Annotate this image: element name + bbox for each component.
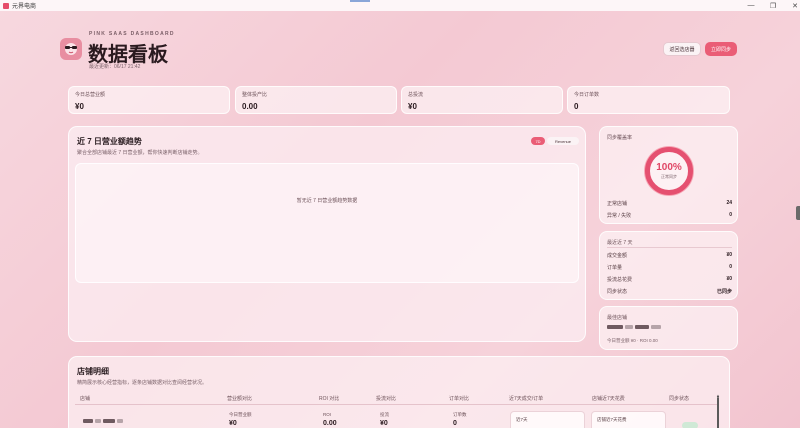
seven-day-spend-card: 店铺近7天花费 <box>591 411 666 428</box>
brand-subtitle: PINK SAAS DASHBOARD <box>89 31 175 37</box>
sync-percent-label: 正常同步 <box>661 173 677 179</box>
best-store-sub: 今日营业额 ¥0 · ROI 0.00 <box>607 338 658 343</box>
mini-card-label: 店铺近7天花费 <box>597 417 627 422</box>
store-name-redacted <box>83 419 123 423</box>
row-label: 订单量 <box>607 265 623 271</box>
orders-value: 0 <box>453 420 457 427</box>
row-label: 异常 / 失败 <box>607 213 632 219</box>
row-label: 正常店铺 <box>607 201 628 207</box>
column-header-ads: 投流对比 <box>376 396 397 402</box>
side-drawer-handle[interactable] <box>796 206 800 220</box>
column-header-sync-status: 同步状态 <box>669 396 690 402</box>
row-value: 已同步 <box>716 289 732 295</box>
last-updated: 最近更新：06/17 21:42 <box>89 64 141 70</box>
best-store-name-redacted <box>607 325 661 329</box>
sunglasses-face-icon <box>65 43 77 55</box>
roi-value: 0.00 <box>323 420 337 427</box>
stat-value: 0.00 <box>242 102 258 111</box>
stat-label: 今日订单数 <box>574 92 600 98</box>
trend-subtitle: 聚合全部店铺最近 7 日营业额，帮你快速判断店铺走势。 <box>77 150 203 156</box>
sync-row-failed: 异常 / 失败 0 <box>607 212 732 219</box>
revenue-label: 今日营业额 <box>229 412 252 417</box>
stat-label: 总投流 <box>408 92 424 98</box>
column-header-store: 店铺 <box>80 396 91 402</box>
ads-label: 投流 <box>380 412 389 417</box>
roi-label: ROI <box>323 412 332 417</box>
store-details-panel: 店铺明细 精简展示核心经营指标，逐条店铺数据对比查阅经营状况。 店铺 营业额对比… <box>68 356 730 428</box>
recent-row: 同步状态 已同步 <box>607 288 732 295</box>
stat-label: 整体投产比 <box>242 92 268 98</box>
sync-coverage-card: 同步覆盖率 100% 正常同步 正常店铺 24 异常 / 失败 0 <box>599 126 738 224</box>
stores-title: 店铺明细 <box>77 367 109 376</box>
app-icon <box>3 2 9 9</box>
stores-subtitle: 精简展示核心经营指标，逐条店铺数据对比查阅经营状况。 <box>77 380 208 386</box>
stat-value: 0 <box>574 102 579 111</box>
revenue-value: ¥0 <box>229 420 237 427</box>
column-header-roi: ROI 对比 <box>319 396 340 402</box>
divider <box>607 247 732 248</box>
stat-card-roi: 整体投产比 0.00 <box>235 86 397 114</box>
table-scrollbar[interactable] <box>717 397 719 428</box>
column-header-7d-sales: 近7天成交/订单 <box>509 396 544 402</box>
best-store-card: 最佳店铺 今日营业额 ¥0 · ROI 0.00 <box>599 306 738 350</box>
revenue-trend-panel: 近 7 日营业额趋势 聚合全部店铺最近 7 日营业额，帮你快速判断店铺走势。 7… <box>68 126 586 342</box>
recent-row: 订单量 0 <box>607 264 732 271</box>
range-7d-pill[interactable]: 7D <box>531 137 545 145</box>
best-store-header: 最佳店铺 <box>607 315 628 321</box>
row-value: 0 <box>729 212 732 218</box>
row-value: 0 <box>729 264 732 270</box>
trend-title: 近 7 日营业额趋势 <box>77 137 142 146</box>
column-header-orders: 订单对比 <box>449 396 470 402</box>
seven-day-sales-card: 近7天 <box>510 411 585 428</box>
row-value: 24 <box>726 200 732 206</box>
recent-7-days-card: 最近近 7 天 成交金额 ¥0 订单量 0 投流总花费 ¥0 同步状态 已同步 <box>599 231 738 300</box>
stat-card-orders: 今日订单数 0 <box>567 86 730 114</box>
app-name: 元界电商 <box>12 4 37 10</box>
stat-card-ads: 总投流 ¥0 <box>401 86 563 114</box>
stat-label: 今日总营业额 <box>75 92 106 98</box>
stat-value: ¥0 <box>75 102 84 111</box>
row-label: 投流总花费 <box>607 277 633 283</box>
column-header-7d-spend: 店铺近7天花费 <box>592 396 625 402</box>
revenue-metric-pill[interactable]: Revenue <box>547 137 579 145</box>
row-value: ¥0 <box>726 252 732 258</box>
chart-empty-text: 暂无近 7 日营业额趋势数据 <box>296 198 358 204</box>
recent-row: 投流总花费 ¥0 <box>607 276 732 283</box>
sync-now-button[interactable]: 立即同步 <box>705 42 737 56</box>
sync-gauge: 100% 正常同步 <box>644 146 694 196</box>
sync-percent: 100% <box>656 161 682 173</box>
row-value: ¥0 <box>726 276 732 282</box>
title-bar: 元界电商 — ❐ ✕ <box>0 0 800 11</box>
brand-logo <box>60 38 82 60</box>
close-button[interactable]: ✕ <box>784 0 800 11</box>
stat-card-revenue: 今日总营业额 ¥0 <box>68 86 230 114</box>
row-label: 同步状态 <box>607 289 628 295</box>
row-label: 成交金额 <box>607 253 628 259</box>
stat-value: ¥0 <box>408 102 417 111</box>
mini-card-label: 近7天 <box>516 417 528 422</box>
recent-header: 最近近 7 天 <box>607 240 633 246</box>
sync-row-normal: 正常店铺 24 <box>607 200 732 207</box>
maximize-button[interactable]: ❐ <box>762 0 784 11</box>
trend-chart-area: 暂无近 7 日营业额趋势数据 <box>75 163 579 283</box>
column-header-revenue: 营业额对比 <box>227 396 253 402</box>
header-divider <box>75 404 719 405</box>
sync-coverage-header: 同步覆盖率 <box>607 135 633 141</box>
title-bar-indicator <box>350 0 370 2</box>
orders-label: 订单数 <box>453 412 467 417</box>
ads-value: ¥0 <box>380 420 388 427</box>
sync-status-badge <box>682 422 698 428</box>
minimize-button[interactable]: — <box>740 0 762 11</box>
recent-row: 成交金额 ¥0 <box>607 252 732 259</box>
back-to-store-selector-button[interactable]: 返回选店器 <box>663 42 701 56</box>
